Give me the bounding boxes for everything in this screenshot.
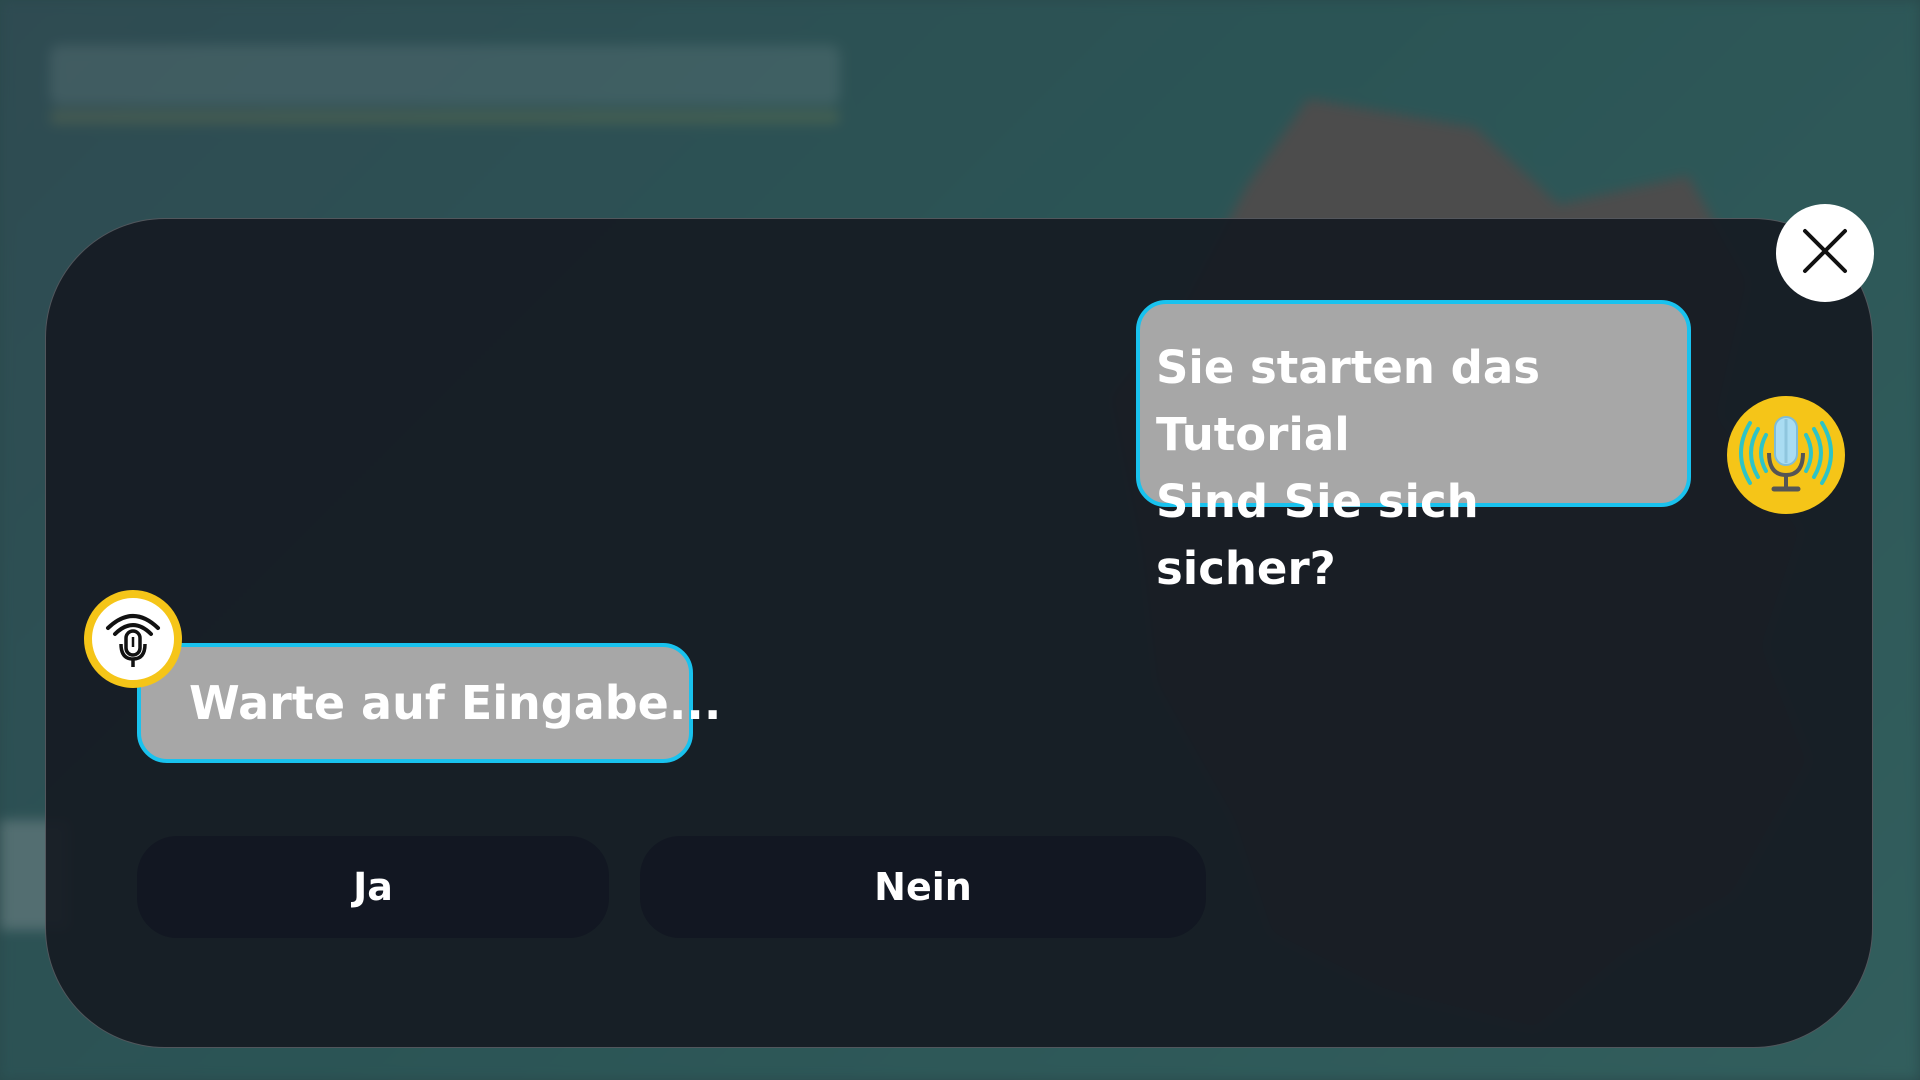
yes-button[interactable]: Ja [137, 836, 609, 938]
microphone-broadcast-icon [1736, 403, 1836, 507]
assistant-message-line-2: Sind Sie sich sicher? [1156, 475, 1479, 595]
no-button[interactable]: Nein [640, 836, 1206, 938]
assistant-message-bubble: Sie starten das Tutorial Sind Sie sich s… [1136, 300, 1691, 595]
background-title [50, 45, 840, 105]
user-avatar [84, 590, 182, 688]
microphone-listening-icon [100, 604, 166, 674]
close-icon [1801, 227, 1849, 279]
assistant-message-line-1: Sie starten das Tutorial [1156, 341, 1540, 461]
user-message-bubble: Warte auf Eingabe... [137, 643, 721, 763]
close-button[interactable] [1776, 204, 1874, 302]
background-subtitle [50, 110, 840, 124]
assistant-avatar [1727, 396, 1845, 514]
